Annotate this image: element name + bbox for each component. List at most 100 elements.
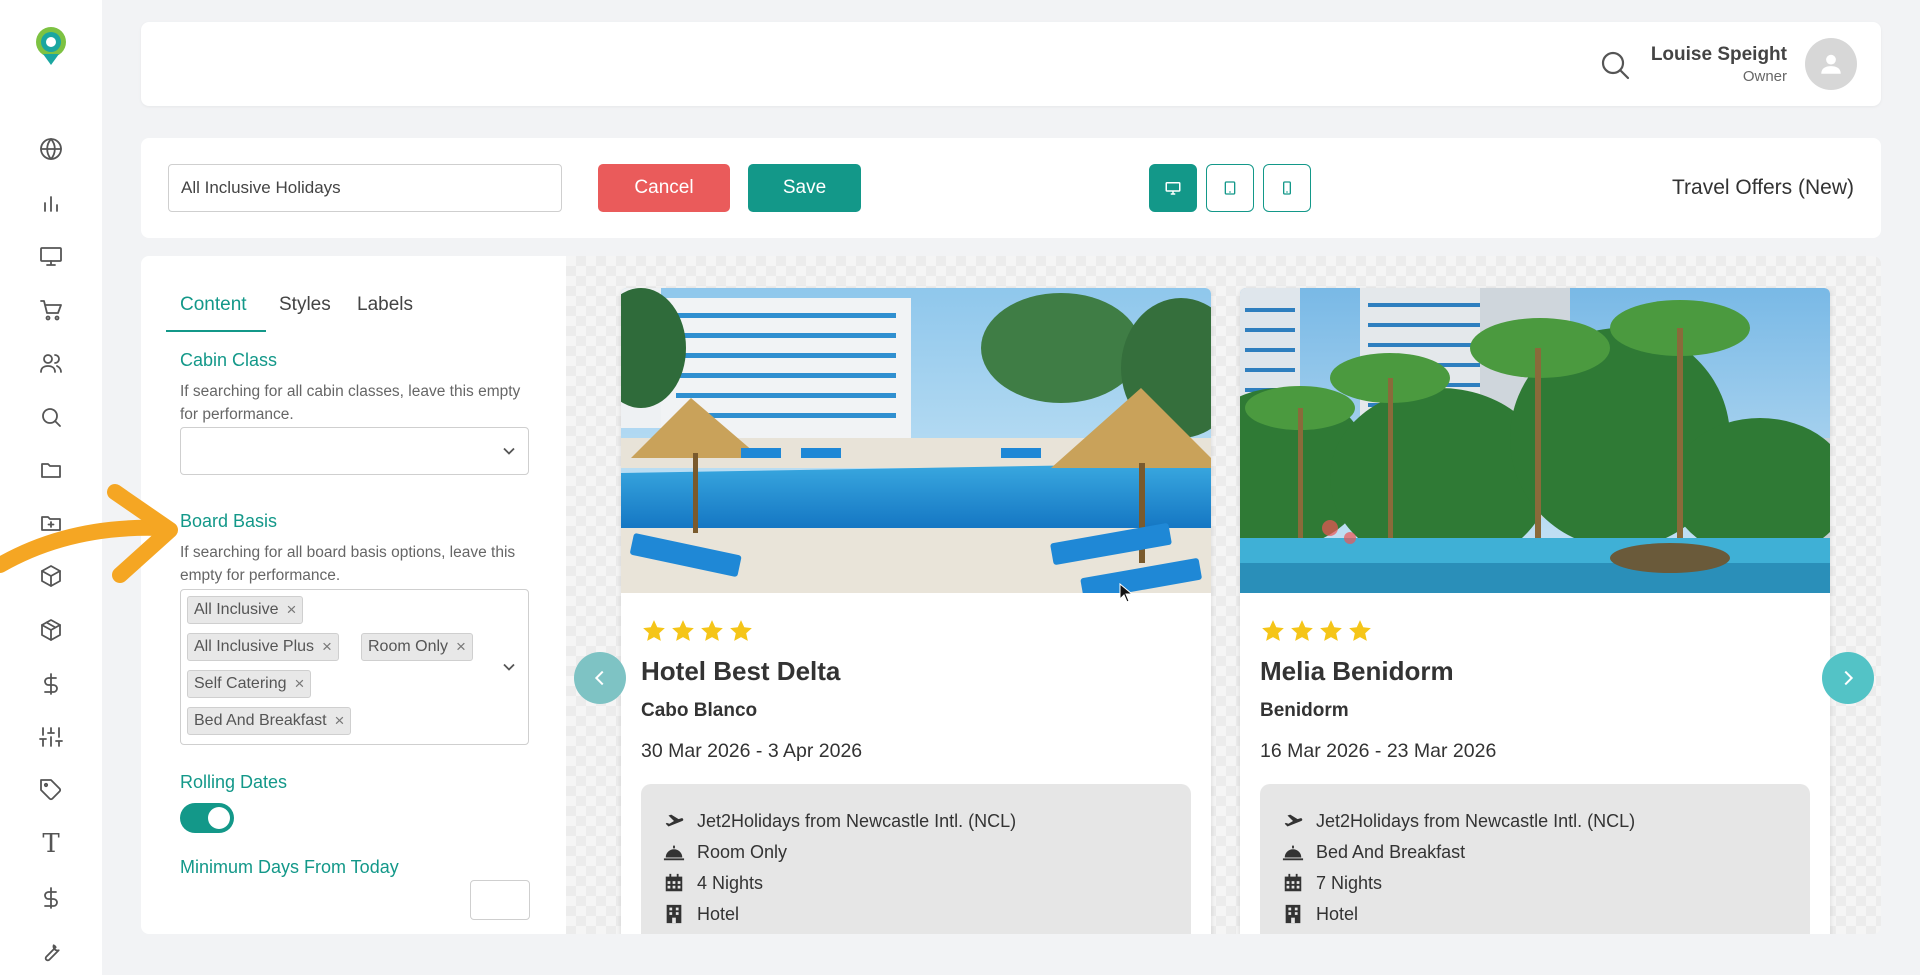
star-icon <box>1262 620 1284 641</box>
settings-panel: Content Styles Labels Cabin Class If sea… <box>141 256 566 934</box>
cloche-icon <box>661 841 687 863</box>
board-basis-title: Board Basis <box>180 511 278 531</box>
hotel-garden-image <box>1240 288 1830 593</box>
star-icon <box>643 620 665 641</box>
star-icon <box>701 620 723 641</box>
offer-card[interactable]: Hotel Best Delta Cabo Blanco 30 Mar 2026… <box>621 288 1211 934</box>
tag-icon[interactable] <box>37 776 65 804</box>
header-search-icon[interactable] <box>1600 50 1630 80</box>
mobile-icon <box>1283 181 1291 195</box>
offers-preview: Hotel Best Delta Cabo Blanco 30 Mar 2026… <box>566 256 1881 934</box>
building-icon <box>1280 903 1306 925</box>
cloche-icon <box>1280 841 1306 863</box>
cancel-button[interactable]: Cancel <box>598 164 730 212</box>
travel-dates: 30 Mar 2026 - 3 Apr 2026 <box>641 740 863 762</box>
cube-icon[interactable] <box>37 562 65 590</box>
star-rating <box>641 618 754 644</box>
remove-chip-icon[interactable]: × <box>456 637 466 657</box>
board-basis-chip: All Inclusive Plus × <box>187 633 339 661</box>
offer-card[interactable]: Melia Benidorm Benidorm 16 Mar 2026 - 23… <box>1240 288 1830 934</box>
tablet-preview-button[interactable] <box>1206 164 1254 212</box>
building-icon <box>661 903 687 925</box>
offer-details: Jet2Holidays from Newcastle Intl. (NCL) … <box>641 784 1191 934</box>
monitor-icon[interactable] <box>37 242 65 270</box>
dollar-alt-icon[interactable] <box>37 884 65 912</box>
travel-dates: 16 Mar 2026 - 23 Mar 2026 <box>1260 740 1497 762</box>
bar-chart-icon[interactable] <box>37 189 65 217</box>
board-basis-help: If searching for all board basis options… <box>180 544 516 584</box>
tab-styles[interactable]: Styles <box>279 294 331 316</box>
plane-icon <box>1280 810 1306 832</box>
wrench-icon[interactable] <box>37 937 65 965</box>
nights-row: 7 Nights <box>1280 870 1382 896</box>
sliders-icon[interactable] <box>37 723 65 751</box>
star-icon <box>672 620 694 641</box>
mobile-preview-button[interactable] <box>1263 164 1311 212</box>
star-icon <box>1291 620 1313 641</box>
mouse-cursor-icon <box>1119 583 1133 603</box>
hotel-pool-image <box>621 288 1211 593</box>
tab-content[interactable]: Content <box>180 294 247 316</box>
top-header: Louise Speight Owner <box>141 22 1881 106</box>
globe-icon[interactable] <box>37 135 65 163</box>
search-icon[interactable] <box>37 403 65 431</box>
toggle-knob <box>208 807 230 829</box>
users-icon[interactable] <box>37 349 65 377</box>
tablet-icon <box>1224 181 1236 195</box>
rolling-dates-toggle[interactable] <box>180 803 234 833</box>
board-row: Bed And Breakfast <box>1280 839 1465 865</box>
cart-icon[interactable] <box>37 296 65 324</box>
type-row: Hotel <box>661 901 739 927</box>
user-avatar[interactable] <box>1805 38 1857 90</box>
star-icon <box>1320 620 1342 641</box>
remove-chip-icon[interactable]: × <box>295 674 305 694</box>
text-icon[interactable]: T <box>37 830 65 858</box>
board-basis-chip: Room Only × <box>361 633 473 661</box>
component-title: Travel Offers (New) <box>1671 176 1854 199</box>
offer-details: Jet2Holidays from Newcastle Intl. (NCL) … <box>1260 784 1810 934</box>
star-rating <box>1260 618 1373 644</box>
user-name: Louise Speight <box>1650 44 1787 65</box>
active-tab-indicator <box>166 330 266 332</box>
calendar-icon <box>661 872 687 894</box>
board-basis-multiselect[interactable]: All Inclusive × All Inclusive Plus × Room … <box>180 589 529 745</box>
plane-icon <box>661 810 687 832</box>
app-logo[interactable] <box>33 26 69 66</box>
hotel-name: Hotel Best Delta <box>641 656 841 686</box>
offer-name-input[interactable] <box>168 164 562 212</box>
dollar-icon[interactable] <box>37 670 65 698</box>
board-row: Room Only <box>661 839 787 865</box>
flight-row: Jet2Holidays from Newcastle Intl. (NCL) <box>661 808 1016 834</box>
editor-toolbar: Cancel Save Travel Offers (New) <box>141 138 1881 238</box>
remove-chip-icon[interactable]: × <box>322 637 332 657</box>
board-basis-chip: Self Catering × <box>187 670 312 698</box>
min-days-input[interactable] <box>470 880 530 920</box>
board-basis-chip: Bed And Breakfast × <box>187 707 352 735</box>
desktop-preview-button[interactable] <box>1149 164 1197 212</box>
folder-icon[interactable] <box>37 456 65 484</box>
chevron-left-icon <box>594 670 604 686</box>
hotel-location: Cabo Blanco <box>641 700 758 721</box>
chevron-down-icon <box>503 447 515 455</box>
flight-row: Jet2Holidays from Newcastle Intl. (NCL) <box>1280 808 1635 834</box>
remove-chip-icon[interactable]: × <box>286 600 296 620</box>
tab-labels[interactable]: Labels <box>357 294 413 316</box>
nights-row: 4 Nights <box>661 870 763 896</box>
package-icon[interactable] <box>37 616 65 644</box>
rolling-dates-title: Rolling Dates <box>180 772 288 792</box>
save-button[interactable]: Save <box>748 164 861 212</box>
chevron-down-icon <box>503 663 515 671</box>
chevron-right-icon <box>1844 670 1854 686</box>
star-icon <box>730 620 752 641</box>
cabin-class-title: Cabin Class <box>180 350 278 370</box>
min-days-title: Minimum Days From Today <box>180 857 399 877</box>
board-basis-chip: All Inclusive × <box>187 596 304 624</box>
sidebar: T <box>0 0 102 975</box>
cabin-class-select[interactable] <box>180 427 529 475</box>
carousel-next-button[interactable] <box>1822 652 1874 704</box>
type-row: Hotel <box>1280 901 1358 927</box>
carousel-prev-button[interactable] <box>574 652 626 704</box>
remove-chip-icon[interactable]: × <box>335 711 345 731</box>
folder-plus-icon[interactable] <box>37 509 65 537</box>
cabin-class-help: If searching for all cabin classes, leav… <box>180 383 521 423</box>
